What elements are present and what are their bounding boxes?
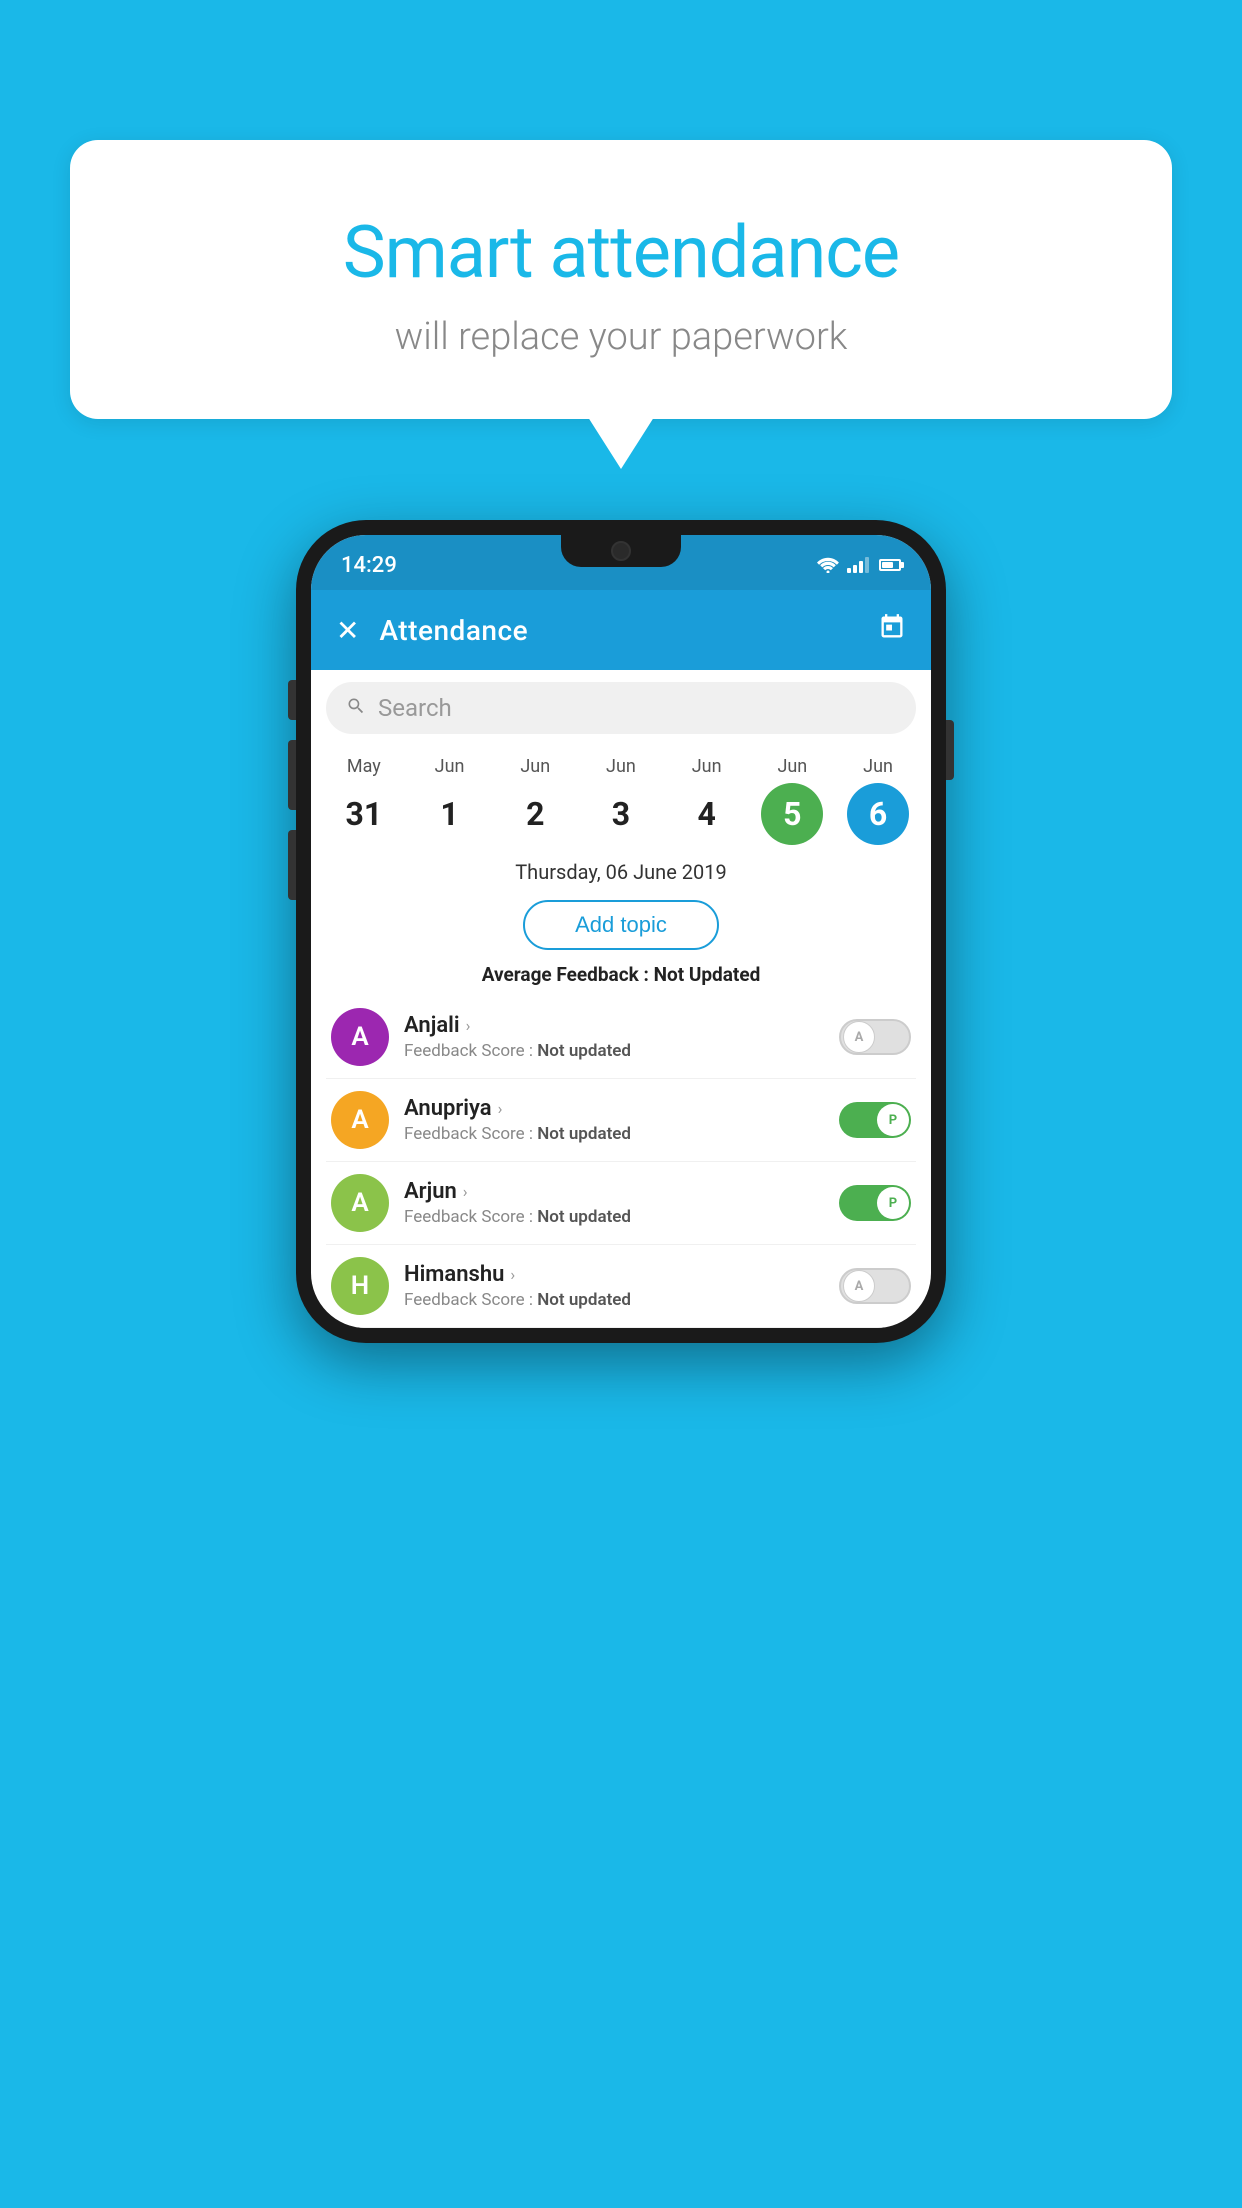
signal-bars-icon — [847, 557, 869, 573]
phone-button-left-1 — [288, 680, 296, 720]
bubble-subtitle: will replace your paperwork — [130, 315, 1112, 359]
calendar-day[interactable]: Jun 3 — [581, 756, 661, 845]
cal-month-label: Jun — [777, 756, 807, 777]
phone-button-right — [946, 720, 954, 780]
app-header: ✕ Attendance — [311, 590, 931, 670]
student-info: Anjali › Feedback Score : Not updated — [404, 1013, 824, 1061]
student-feedback: Feedback Score : Not updated — [404, 1290, 824, 1310]
student-name[interactable]: Anupriya › — [404, 1096, 824, 1121]
phone-button-left-3 — [288, 830, 296, 900]
cal-month-label: Jun — [435, 756, 465, 777]
toggle-knob: A — [843, 1021, 875, 1053]
student-name[interactable]: Himanshu › — [404, 1262, 824, 1287]
close-button[interactable]: ✕ — [336, 614, 359, 647]
search-container: Search — [311, 670, 931, 746]
battery-icon — [879, 559, 901, 571]
attendance-toggle[interactable]: P — [839, 1185, 911, 1221]
calendar-icon[interactable] — [878, 613, 906, 647]
cal-date-number: 5 — [761, 783, 823, 845]
student-item: A Anjali › Feedback Score : Not updated A — [326, 996, 916, 1079]
student-item: A Arjun › Feedback Score : Not updated P — [326, 1162, 916, 1245]
cal-month-label: Jun — [692, 756, 722, 777]
cal-date-number: 2 — [504, 783, 566, 845]
speech-bubble: Smart attendance will replace your paper… — [70, 140, 1172, 419]
toggle-knob: P — [877, 1187, 909, 1219]
search-placeholder: Search — [378, 694, 452, 722]
cal-date-number: 4 — [676, 783, 738, 845]
student-item: A Anupriya › Feedback Score : Not updated P — [326, 1079, 916, 1162]
add-topic-button[interactable]: Add topic — [523, 900, 719, 950]
status-time: 14:29 — [341, 553, 397, 578]
phone-camera — [611, 541, 631, 561]
student-feedback: Feedback Score : Not updated — [404, 1207, 824, 1227]
cal-date-number: 3 — [590, 783, 652, 845]
calendar-day[interactable]: Jun 4 — [667, 756, 747, 845]
calendar-day[interactable]: Jun 5 — [752, 756, 832, 845]
phone-container: 14:29 — [296, 520, 946, 1343]
phone-button-left-2 — [288, 740, 296, 810]
student-info: Anupriya › Feedback Score : Not updated — [404, 1096, 824, 1144]
phone-frame: 14:29 — [296, 520, 946, 1343]
cal-month-label: Jun — [606, 756, 636, 777]
student-name[interactable]: Arjun › — [404, 1179, 824, 1204]
cal-date-number: 31 — [333, 783, 395, 845]
selected-date: Thursday, 06 June 2019 — [311, 850, 931, 892]
student-feedback: Feedback Score : Not updated — [404, 1041, 824, 1061]
bubble-title: Smart attendance — [130, 210, 1112, 295]
attendance-toggle[interactable]: P — [839, 1102, 911, 1138]
feedback-value: Not updated — [537, 1124, 631, 1144]
student-feedback: Feedback Score : Not updated — [404, 1124, 824, 1144]
cal-month-label: May — [347, 756, 381, 777]
calendar-strip: May 31 Jun 1 Jun 2 Jun 3 Jun 4 Jun 5 Jun 6 — [311, 746, 931, 850]
search-bar[interactable]: Search — [326, 682, 916, 734]
feedback-value: Not updated — [537, 1207, 631, 1227]
calendar-day[interactable]: Jun 6 — [838, 756, 918, 845]
speech-bubble-container: Smart attendance will replace your paper… — [70, 140, 1172, 419]
student-name[interactable]: Anjali › — [404, 1013, 824, 1038]
student-avatar: A — [331, 1008, 389, 1066]
student-info: Himanshu › Feedback Score : Not updated — [404, 1262, 824, 1310]
avg-feedback-value: Not Updated — [654, 963, 761, 986]
add-topic-container: Add topic — [311, 892, 931, 958]
chevron-icon: › — [498, 1099, 503, 1118]
feedback-value: Not updated — [537, 1041, 631, 1061]
student-avatar: A — [331, 1174, 389, 1232]
cal-date-number: 1 — [419, 783, 481, 845]
avg-feedback: Average Feedback : Not Updated — [311, 958, 931, 996]
header-title: Attendance — [379, 614, 858, 647]
phone-screen: 14:29 — [311, 535, 931, 1328]
chevron-icon: › — [463, 1182, 468, 1201]
avg-feedback-label: Average Feedback : — [482, 963, 654, 986]
search-icon — [346, 696, 366, 721]
cal-month-label: Jun — [863, 756, 893, 777]
cal-date-number: 6 — [847, 783, 909, 845]
student-info: Arjun › Feedback Score : Not updated — [404, 1179, 824, 1227]
phone-notch — [561, 535, 681, 567]
student-list: AAnjali ›Feedback Score : Not updatedAAA… — [311, 996, 931, 1328]
attendance-toggle[interactable]: A — [839, 1268, 911, 1304]
cal-month-label: Jun — [520, 756, 550, 777]
student-avatar: H — [331, 1257, 389, 1315]
toggle-knob: A — [843, 1270, 875, 1302]
calendar-day[interactable]: May 31 — [324, 756, 404, 845]
calendar-day[interactable]: Jun 2 — [495, 756, 575, 845]
chevron-icon: › — [510, 1265, 515, 1284]
status-icons — [817, 557, 901, 573]
toggle-knob: P — [877, 1104, 909, 1136]
feedback-value: Not updated — [537, 1290, 631, 1310]
wifi-icon — [817, 557, 839, 573]
student-avatar: A — [331, 1091, 389, 1149]
attendance-toggle[interactable]: A — [839, 1019, 911, 1055]
calendar-day[interactable]: Jun 1 — [410, 756, 490, 845]
battery-fill — [882, 562, 893, 568]
student-item: H Himanshu › Feedback Score : Not updated A — [326, 1245, 916, 1328]
chevron-icon: › — [466, 1016, 471, 1035]
